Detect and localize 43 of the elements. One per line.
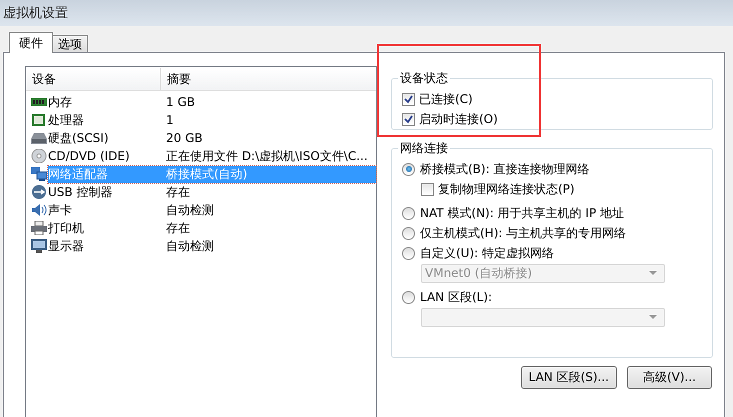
device-row[interactable]: 声卡 自动检测 — [48, 202, 376, 218]
radio-button[interactable] — [402, 226, 415, 240]
caret-icon — [649, 315, 657, 319]
device-row[interactable]: 处理器 1 — [48, 112, 376, 128]
caret-icon — [649, 271, 657, 275]
device-row[interactable]: CD/DVD (IDE) 正在使用文件 D:\虚拟机\ISO文件\C... — [48, 148, 376, 164]
column-header[interactable]: 摘要 — [161, 68, 376, 90]
group-title: 网络连接 — [399, 140, 449, 157]
device-row[interactable]: 内存 1 GB — [48, 94, 376, 110]
usb-icon — [31, 185, 47, 199]
column-header[interactable]: 设备 — [26, 68, 161, 90]
dialog-button[interactable]: 高级(V)... — [627, 366, 712, 389]
device-list[interactable]: 设备 摘要 内存 1 GB 处理器 1 硬盘(SCSI) 20 GB CD/DVD (IDE) 正在使用文件 D:\虚拟机\ISO文件\C... 网络适配器 桥接模式(自动) USB 控制器 存在 声卡 自动检测 打印机 存在 显示器 自动检测 — [25, 66, 377, 417]
printer-icon — [31, 221, 47, 235]
device-row[interactable]: 显示器 自动检测 — [48, 238, 376, 254]
device-row[interactable]: 硬盘(SCSI) 20 GB — [48, 130, 376, 146]
checkbox[interactable] — [402, 92, 415, 106]
network-icon — [31, 167, 47, 181]
speaker-icon — [31, 203, 47, 217]
checkbox[interactable] — [421, 182, 434, 196]
radio-button[interactable] — [402, 246, 415, 260]
device-row[interactable]: 打印机 存在 — [48, 220, 376, 236]
dialog-button[interactable]: LAN 区段(S)... — [520, 366, 617, 389]
device-row[interactable]: USB 控制器 存在 — [48, 184, 376, 200]
radio-label[interactable]: 自定义(U): 特定虚拟网络 — [420, 244, 554, 262]
monitor-icon — [31, 239, 47, 253]
group-title: 设备状态 — [399, 70, 449, 87]
checkbox[interactable] — [402, 112, 415, 126]
processor-icon — [31, 113, 47, 127]
radio-label[interactable]: NAT 模式(N): 用于共享主机的 IP 地址 — [420, 204, 624, 222]
window-title: 虚拟机设置 — [3, 5, 68, 22]
radio-button[interactable] — [402, 290, 415, 304]
checkbox-label[interactable]: 启动时连接(O) — [419, 110, 498, 128]
memory-chip-icon — [31, 95, 47, 109]
radio-label[interactable]: 仅主机模式(H): 与主机共享的专用网络 — [420, 224, 626, 242]
radio-button[interactable] — [402, 206, 415, 220]
radio-label[interactable]: 桥接模式(B): 直接连接物理网络 — [420, 160, 590, 178]
radio-button[interactable] — [402, 162, 415, 176]
checkbox-label[interactable]: 复制物理网络连接状态(P) — [438, 180, 575, 198]
tab[interactable]: 硬件 — [9, 32, 53, 53]
radio-label[interactable]: LAN 区段(L): — [420, 288, 492, 306]
tab[interactable]: 选项 — [52, 35, 88, 52]
checkbox-label[interactable]: 已连接(C) — [419, 90, 473, 108]
